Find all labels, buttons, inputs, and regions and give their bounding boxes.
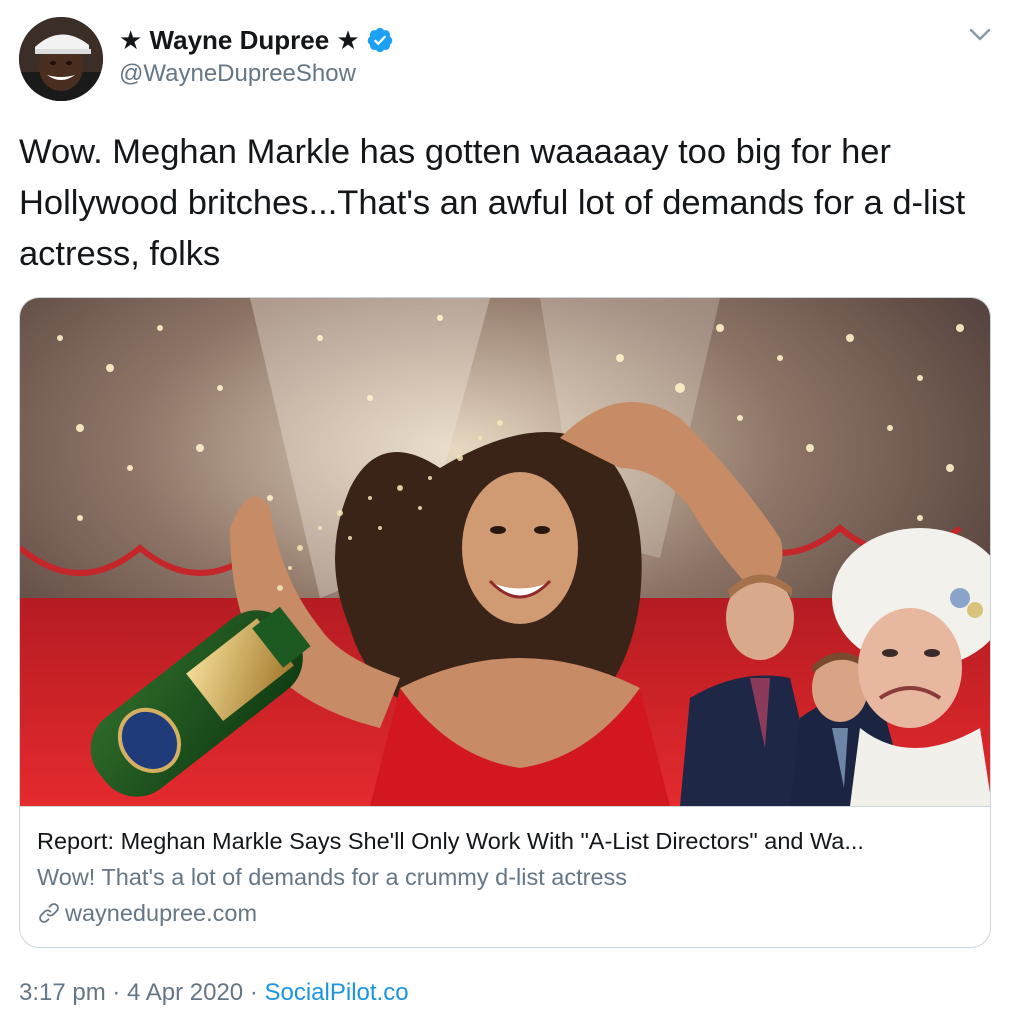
card-title[interactable]: Report: Meghan Markle Says She'll Only W…	[37, 825, 977, 857]
author-handle[interactable]: @WayneDupreeShow	[119, 58, 356, 90]
author-display-name[interactable]: ★ Wayne Dupree ★	[119, 24, 394, 56]
card-domain[interactable]: waynedupree.com	[37, 897, 257, 929]
verified-badge-icon	[366, 26, 394, 54]
tweet-date[interactable]: 4 Apr 2020	[127, 979, 243, 1006]
card-image	[20, 298, 990, 806]
author-avatar[interactable]	[19, 17, 103, 101]
tweet-source-link[interactable]: SocialPilot.co	[264, 979, 408, 1006]
chevron-down-icon[interactable]	[966, 24, 994, 46]
tweet-time[interactable]: 3:17 pm	[19, 979, 106, 1006]
meta-separator: ·	[243, 979, 265, 1006]
card-domain-text: waynedupree.com	[65, 900, 258, 926]
card-divider	[20, 806, 990, 807]
author-display-name-text: ★ Wayne Dupree ★	[119, 25, 360, 55]
link-icon	[37, 901, 61, 925]
tweet-meta: 3:17 pm · 4 Apr 2020 · SocialPilot.co	[19, 977, 409, 1009]
tweet-text: Wow. Meghan Markle has gotten waaaaay to…	[19, 133, 966, 273]
link-preview-card[interactable]: Report: Meghan Markle Says She'll Only W…	[19, 297, 991, 948]
card-description: Wow! That's a lot of demands for a crumm…	[37, 864, 628, 890]
meta-separator: ·	[105, 979, 128, 1006]
